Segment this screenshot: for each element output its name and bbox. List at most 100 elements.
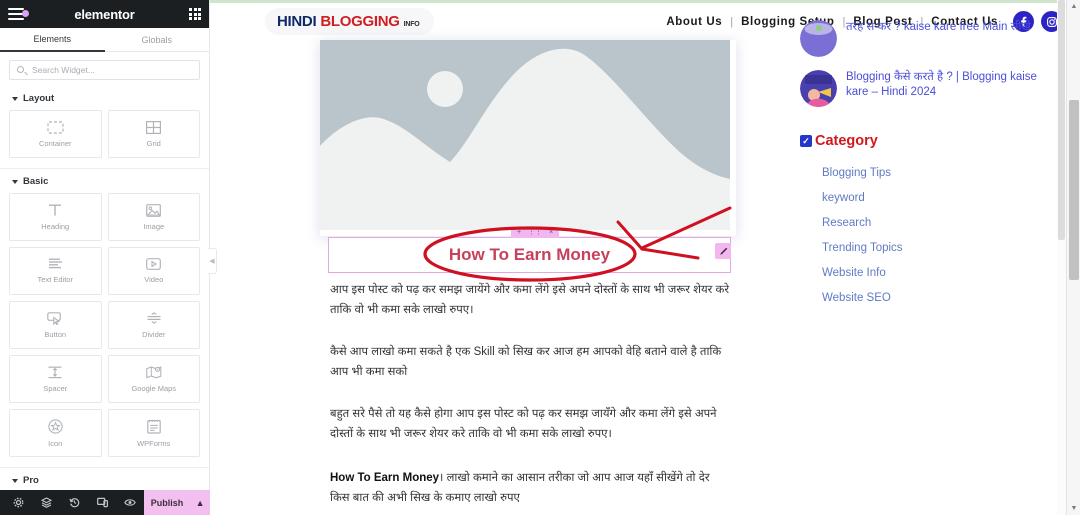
- button-icon: [47, 311, 62, 325]
- widget-grid[interactable]: Grid: [107, 110, 200, 158]
- widget-label: WPForms: [137, 438, 171, 448]
- category-item-website-info[interactable]: Website Info: [822, 261, 1055, 286]
- add-widget-icon[interactable]: +: [517, 227, 521, 238]
- close-icon[interactable]: ×: [549, 227, 553, 238]
- navigator-layers-icon[interactable]: [32, 490, 60, 515]
- drag-dots-icon[interactable]: ⋮⋮: [528, 227, 542, 238]
- pencil-edit-icon[interactable]: [715, 243, 731, 259]
- divider-icon: [147, 311, 161, 324]
- caret-down-icon: [12, 96, 18, 101]
- widget-label: Icon: [48, 438, 63, 448]
- category-heading-label: Category: [815, 133, 878, 149]
- preview-iframe: HINDI BLOGGING INFO About Us | Blogging …: [210, 0, 1080, 515]
- recent-post-item[interactable]: तरह स कर ? kaise kare free Main सीखे: [800, 20, 1055, 57]
- section-label: Basic: [23, 176, 49, 187]
- widget-video[interactable]: Video: [107, 247, 200, 295]
- publish-button[interactable]: Publish: [144, 490, 191, 515]
- video-icon: [146, 258, 162, 270]
- heading-icon: [49, 204, 62, 216]
- panel-brand-title: elementor: [74, 6, 135, 22]
- category-item-trending-topics[interactable]: Trending Topics: [822, 236, 1055, 261]
- caret-down-icon: [12, 179, 18, 184]
- scroll-down-arrow-icon[interactable]: ▼: [1067, 502, 1080, 515]
- responsive-preview-icon[interactable]: [88, 490, 116, 515]
- widget-container[interactable]: Container: [9, 110, 102, 158]
- settings-gear-icon[interactable]: [4, 490, 32, 515]
- caret-down-icon: [12, 478, 18, 483]
- category-item-website-seo[interactable]: Website SEO: [822, 286, 1055, 311]
- logo-part-hindi: HINDI: [277, 13, 317, 30]
- post-paragraph-4: How To Earn Money। लाखो कमाने का आसान तर…: [330, 468, 732, 508]
- section-label: Layout: [23, 93, 55, 104]
- tab-globals[interactable]: Globals: [105, 28, 210, 52]
- scroll-up-arrow-icon[interactable]: ▲: [1067, 0, 1080, 13]
- featured-image-placeholder[interactable]: [320, 40, 730, 230]
- widget-label: Image: [143, 221, 165, 231]
- post-thumbnail: [800, 20, 837, 57]
- category-heading: ✓ Category: [800, 133, 1055, 149]
- recent-post-title[interactable]: तरह स कर ? kaise kare free Main सीखे: [846, 20, 1031, 57]
- text-editor-icon: [48, 258, 62, 269]
- widget-heading[interactable]: Heading: [9, 193, 102, 241]
- search-box[interactable]: [9, 60, 200, 80]
- widget-text-editor[interactable]: Text Editor: [9, 247, 102, 295]
- site-right-sidebar: तरह स कर ? kaise kare free Main सीखे Blo…: [800, 20, 1055, 311]
- apps-grid-icon[interactable]: [189, 8, 201, 20]
- widget-label: Button: [44, 329, 67, 339]
- widget-icon[interactable]: Icon: [9, 409, 102, 457]
- chevron-up-icon[interactable]: ▲: [190, 490, 210, 515]
- heading-widget-selected[interactable]: + ⋮⋮ × How To Earn Money: [328, 227, 731, 273]
- panel-header: elementor: [0, 0, 209, 28]
- category-item-blogging-tips[interactable]: Blogging Tips: [822, 161, 1055, 186]
- recent-post-item[interactable]: Blogging कैसे करते है ? | Blogging kaise…: [800, 70, 1055, 107]
- post-paragraph-1: आप इस पोस्ट को पढ़ कर समझ जायेंगे और कमा…: [330, 284, 730, 316]
- widget-grid-layout: Container Grid: [0, 110, 209, 164]
- post-thumbnail: [800, 70, 837, 107]
- panel-tabs: Elements Globals: [0, 28, 209, 52]
- widget-spacer[interactable]: Spacer: [9, 355, 102, 403]
- widget-handle-toolbar: + ⋮⋮ ×: [511, 227, 560, 238]
- browser-scrollbar[interactable]: ▲ ▼: [1066, 0, 1080, 515]
- search-widget-wrap: [0, 52, 209, 86]
- tab-elements[interactable]: Elements: [0, 28, 105, 52]
- grid-icon: [146, 120, 162, 134]
- history-revisions-icon[interactable]: [60, 490, 88, 515]
- site-logo[interactable]: HINDI BLOGGING INFO: [265, 8, 434, 35]
- widget-divider[interactable]: Divider: [107, 301, 200, 349]
- category-item-research[interactable]: Research: [822, 211, 1055, 236]
- heading-widget-text: How To Earn Money: [448, 245, 611, 264]
- star-icon: [48, 418, 63, 434]
- logo-part-info: INFO: [403, 21, 420, 28]
- section-label: Pro: [23, 475, 39, 486]
- widget-image[interactable]: Image: [107, 193, 200, 241]
- browser-scrollbar-thumb[interactable]: [1069, 100, 1079, 280]
- section-title-pro[interactable]: Pro: [0, 468, 209, 492]
- preview-scrollbar[interactable]: [1057, 0, 1066, 515]
- widget-button[interactable]: Button: [9, 301, 102, 349]
- preview-eye-icon[interactable]: [116, 490, 144, 515]
- widget-google-maps[interactable]: Google Maps: [107, 355, 200, 403]
- image-icon: [146, 203, 162, 217]
- widget-wpforms[interactable]: WPForms: [107, 409, 200, 457]
- search-input[interactable]: [32, 65, 199, 75]
- recent-post-title[interactable]: Blogging कैसे करते है ? | Blogging kaise…: [846, 70, 1055, 107]
- section-title-basic[interactable]: Basic: [0, 169, 209, 193]
- hamburger-icon[interactable]: [8, 8, 29, 20]
- post-paragraph-3: बहुत सरे पैसे तो यह कैसे होगा आप इस पोस्…: [330, 408, 717, 440]
- widget-label: Divider: [142, 329, 166, 339]
- section-title-layout[interactable]: Layout: [0, 86, 209, 110]
- google-maps-icon: [146, 365, 162, 378]
- post-paragraph-2: कैसे आप लाखो कमा सकते है एक Skill को सिख…: [330, 346, 722, 378]
- preview-scrollbar-thumb[interactable]: [1058, 0, 1065, 240]
- widget-label: Google Maps: [131, 383, 177, 393]
- container-icon: [47, 120, 64, 134]
- panel-collapse-handle[interactable]: ◀: [208, 248, 217, 274]
- category-item-keyword[interactable]: keyword: [822, 186, 1055, 211]
- widget-list-scroll[interactable]: Layout Container Grid Basic Heading Imag…: [0, 86, 209, 515]
- widget-label: Text Editor: [37, 275, 73, 284]
- widget-label: Spacer: [43, 383, 68, 393]
- widget-label: Grid: [146, 138, 161, 148]
- nav-about-us[interactable]: About Us: [658, 16, 730, 28]
- wpforms-icon: [146, 419, 161, 434]
- notification-dot-icon: [22, 10, 29, 17]
